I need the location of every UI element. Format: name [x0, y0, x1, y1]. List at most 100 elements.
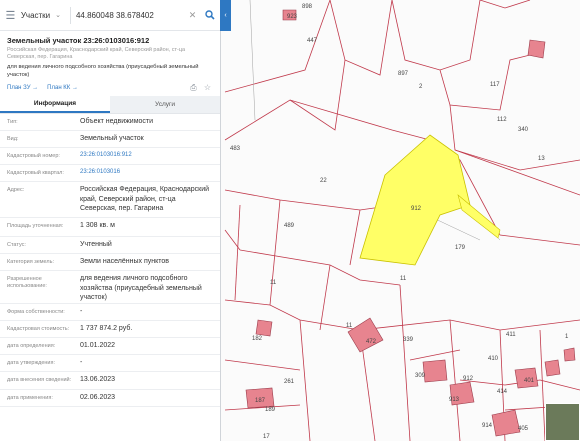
parcel-label: 483: [230, 146, 241, 152]
parcel-label: 912: [411, 206, 422, 212]
parcel-label: 22: [320, 178, 327, 184]
tab-information[interactable]: Информация: [0, 96, 110, 113]
row-value: 02.06.2023: [80, 394, 116, 401]
row-key: Категория земель:: [7, 259, 55, 265]
cadastral-quarter-link[interactable]: 23:26:0103016: [80, 165, 213, 181]
parcel-label: 187: [255, 398, 266, 404]
row-key: Тип:: [7, 119, 18, 125]
row-value: Учтенный: [80, 241, 112, 248]
panel-title: Земельный участок 23:26:0103016:912: [7, 36, 150, 45]
row-value: Российская Федерация, Краснодарский край…: [80, 186, 210, 212]
parcel-label: 447: [307, 38, 318, 44]
row-key: Адрес:: [7, 187, 25, 193]
parcel-label: 2: [419, 84, 423, 90]
parcel-label: 112: [497, 117, 507, 123]
info-row-type: Тип: Объект недвижимости: [0, 114, 220, 131]
row-value: 1 308 кв. м: [80, 222, 115, 229]
row-value: 13.06.2023: [80, 376, 116, 383]
search-input[interactable]: [73, 4, 186, 26]
chevron-down-icon: ⌄: [55, 12, 62, 19]
parcel-label: 340: [518, 127, 529, 133]
row-value: 1 737 874.2 руб.: [80, 325, 133, 332]
parcel-label: 17: [263, 434, 270, 440]
parcel-label: 405: [518, 426, 529, 432]
row-key: дата внесения сведений:: [7, 377, 72, 383]
row-key: Разрешенное использование:: [7, 276, 47, 289]
info-row-cadastral-number: Кадастровый номер: 23:26:0103016:912: [0, 148, 220, 165]
parcel-label: 11: [400, 276, 407, 282]
search-bar: ☰ Участки ⌄ ✕: [0, 0, 220, 31]
row-key: дата применения:: [7, 395, 53, 401]
row-value: Земельный участок: [80, 135, 144, 142]
clear-icon[interactable]: ✕: [186, 10, 199, 21]
row-key: Кадастровый квартал:: [7, 170, 64, 176]
search-button[interactable]: [199, 0, 220, 31]
layer-type-label: Участки: [20, 10, 51, 20]
collapse-panel-button[interactable]: ‹: [220, 0, 231, 31]
parcel-label: 414: [497, 389, 508, 395]
info-row-ownership: Форма собственности: -: [0, 304, 220, 321]
panel-purpose: для ведения личного подсобного хозяйства…: [7, 64, 199, 78]
row-key: Форма собственности:: [7, 309, 65, 315]
parcel-label: 411: [506, 332, 516, 338]
cadastral-number-link[interactable]: 23:26:0103016:912: [80, 148, 213, 164]
layer-type-select[interactable]: Участки ⌄: [21, 0, 70, 31]
row-value: -: [80, 308, 83, 315]
info-row-date-applied: дата применения: 02.06.2023: [0, 390, 220, 407]
plan-kk-link[interactable]: План КК →: [47, 85, 78, 91]
info-row-area: Площадь уточненная: 1 308 кв. м: [0, 218, 220, 237]
parcel-label: 897: [398, 71, 409, 77]
info-row-date-approved: дата утверждения: -: [0, 355, 220, 372]
row-key: дата определения:: [7, 343, 56, 349]
parcel-label: 401: [524, 378, 535, 384]
row-value: Земли населённых пунктов: [80, 258, 170, 265]
info-row-address: Адрес: Российская Федерация, Краснодарски…: [0, 182, 220, 218]
parcel-label: 11: [346, 323, 353, 329]
row-key: Вид:: [7, 136, 19, 142]
row-key: Площадь уточненная:: [7, 223, 64, 229]
info-row-status: Статус: Учтенный: [0, 237, 220, 254]
row-value: -: [80, 359, 83, 366]
info-row-date-determined: дата определения: 01.01.2022: [0, 338, 220, 355]
selected-parcel-912[interactable]: [359, 134, 471, 266]
parcel-label: 309: [415, 373, 426, 379]
star-icon[interactable]: ☆: [202, 82, 213, 93]
parcel-label: 472: [366, 339, 377, 345]
tab-services[interactable]: Услуги: [110, 96, 220, 113]
parcel-label: 13: [538, 156, 545, 162]
divider: [70, 6, 71, 24]
parcel-label: 189: [265, 407, 276, 413]
row-key: Кадастровая стоимость:: [7, 326, 70, 332]
info-row-kind: Вид: Земельный участок: [0, 131, 220, 148]
print-icon[interactable]: ⎙: [188, 82, 199, 93]
row-key: Кадастровый номер:: [7, 153, 60, 159]
info-table: Тип: Объект недвижимости Вид: Земельный уч…: [0, 114, 220, 407]
parcel-label: 261: [284, 379, 295, 385]
info-row-cadastral-quarter: Кадастровый квартал: 23:26:0103016: [0, 165, 220, 182]
parcel-label: 913: [449, 397, 460, 403]
row-value: 01.01.2022: [80, 342, 116, 349]
row-key: дата утверждения:: [7, 360, 56, 366]
info-row-permitted-use: Разрешенное использование: для ведения ли…: [0, 271, 220, 304]
parcel-label: 914: [482, 423, 493, 429]
parcel-label: 898: [302, 4, 313, 10]
parcel-label: 912: [463, 376, 474, 382]
panel-links: План ЗУ → План КК → ⎙ ☆: [0, 79, 220, 96]
parcel-label: 923: [287, 14, 298, 20]
parcel-label: 182: [252, 336, 263, 342]
menu-icon[interactable]: ☰: [0, 0, 21, 31]
info-row-cadastral-value: Кадастровая стоимость: 1 737 874.2 руб.: [0, 321, 220, 338]
satellite-thumbnail[interactable]: [545, 403, 580, 441]
row-key: Статус:: [7, 242, 26, 248]
parcel-label: 489: [284, 223, 295, 229]
info-row-date-entered: дата внесения сведений: 13.06.2023: [0, 372, 220, 390]
parcel-label: 11: [270, 280, 277, 286]
parcel-label: 339: [403, 337, 414, 343]
plan-zu-link[interactable]: План ЗУ →: [7, 85, 38, 91]
row-value: для ведения личного подсобного хозяйства…: [80, 275, 202, 301]
info-panel: Земельный участок 23:26:0103016:912 Росс…: [0, 31, 221, 441]
parcel-label: 1: [565, 334, 569, 340]
panel-tabs: Информация Услуги: [0, 96, 220, 114]
parcel-label: 410: [488, 356, 499, 362]
parcel-label: 179: [455, 245, 466, 251]
